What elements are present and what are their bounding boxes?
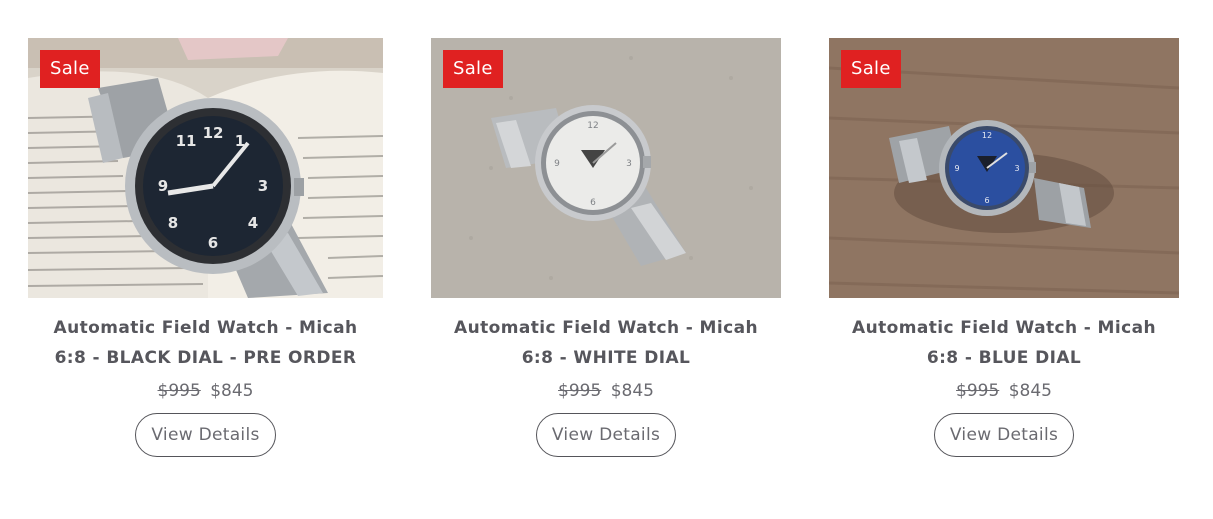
- svg-text:6: 6: [984, 196, 989, 205]
- svg-text:6: 6: [590, 198, 596, 208]
- product-image-black-dial[interactable]: 12 3 6 9 1 11 4 8 Sale: [28, 38, 383, 298]
- svg-text:3: 3: [626, 159, 632, 169]
- product-title[interactable]: Automatic Field Watch - Micah 6:8 - BLUE…: [844, 313, 1164, 373]
- svg-text:6: 6: [208, 234, 218, 252]
- svg-text:12: 12: [587, 121, 598, 131]
- svg-text:9: 9: [158, 177, 168, 195]
- sale-badge: Sale: [443, 50, 503, 88]
- view-details-button[interactable]: View Details: [535, 413, 677, 457]
- product-card: 12 3 6 9 Sale Automatic Field Watch - Mi…: [829, 38, 1179, 457]
- original-price: $995: [157, 381, 201, 401]
- svg-text:3: 3: [258, 177, 268, 195]
- product-title[interactable]: Automatic Field Watch - Micah 6:8 - BLAC…: [36, 313, 376, 373]
- sale-badge: Sale: [40, 50, 100, 88]
- svg-text:12: 12: [203, 124, 224, 142]
- sale-price: $845: [1008, 381, 1052, 401]
- svg-text:9: 9: [954, 164, 959, 173]
- svg-text:8: 8: [168, 214, 178, 232]
- view-details-button[interactable]: View Details: [933, 413, 1075, 457]
- product-image-white-dial[interactable]: 12 3 6 9 Sale: [431, 38, 781, 298]
- product-card: 12 3 6 9 1 11 4 8 Sale Automatic Field W…: [28, 38, 383, 457]
- product-title[interactable]: Automatic Field Watch - Micah 6:8 - WHIT…: [446, 313, 766, 373]
- svg-text:12: 12: [982, 131, 992, 140]
- product-grid: 12 3 6 9 1 11 4 8 Sale Automatic Field W…: [0, 0, 1213, 519]
- product-card: 12 3 6 9 Sale Automatic Field Watch - Mi…: [431, 38, 781, 457]
- product-price: $995 $845: [829, 379, 1179, 403]
- svg-text:9: 9: [554, 159, 560, 169]
- product-image-blue-dial[interactable]: 12 3 6 9 Sale: [829, 38, 1179, 298]
- view-details-button[interactable]: View Details: [135, 413, 276, 457]
- svg-text:3: 3: [1014, 164, 1019, 173]
- product-price: $995 $845: [28, 379, 383, 403]
- svg-text:11: 11: [176, 132, 197, 150]
- original-price: $995: [956, 381, 1000, 401]
- svg-text:4: 4: [248, 214, 258, 232]
- sale-price: $845: [610, 381, 654, 401]
- product-price: $995 $845: [431, 379, 781, 403]
- sale-badge: Sale: [841, 50, 901, 88]
- original-price: $995: [558, 381, 602, 401]
- sale-price: $845: [210, 381, 254, 401]
